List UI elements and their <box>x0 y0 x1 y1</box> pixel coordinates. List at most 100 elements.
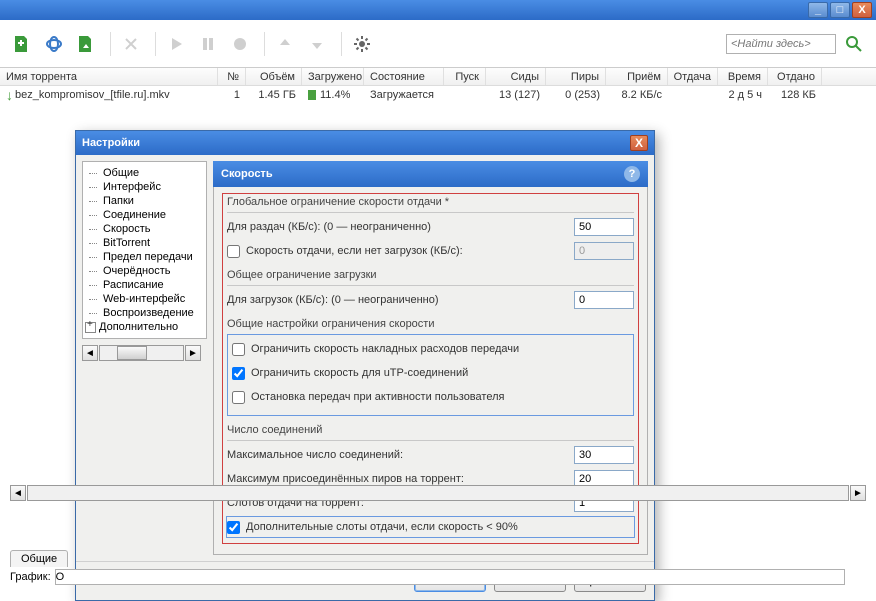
graph-field[interactable] <box>55 569 845 585</box>
utp-checkbox[interactable] <box>232 367 245 380</box>
graph-row: График: <box>10 569 845 585</box>
tree-item-queue[interactable]: Очерёдность <box>85 264 204 278</box>
col-num[interactable]: № <box>218 68 246 85</box>
list-scroll-track[interactable] <box>27 485 849 501</box>
col-send[interactable]: Отдача <box>668 68 718 85</box>
extra-slots-checkbox[interactable] <box>227 521 240 534</box>
cell-num: 1 <box>218 87 246 103</box>
play-button[interactable] <box>162 30 190 58</box>
upload-limit-input[interactable] <box>574 218 634 236</box>
scroll-thumb[interactable] <box>117 346 147 360</box>
add-torrent-file-button[interactable] <box>8 30 36 58</box>
upload-limit-group-title: Глобальное ограничение скорости отдачи * <box>227 196 634 208</box>
user-activity-checkbox[interactable] <box>232 391 245 404</box>
col-size[interactable]: Объём <box>246 68 302 85</box>
tree-item-general[interactable]: Общие <box>85 166 204 180</box>
minimize-button[interactable]: _ <box>808 2 828 18</box>
list-scrollbar: ◄ ► <box>10 485 866 501</box>
max-conn-input[interactable] <box>574 446 634 464</box>
tree-item-advanced[interactable]: Дополнительно <box>85 320 204 334</box>
cell-launch <box>444 93 486 97</box>
pause-button[interactable] <box>194 30 222 58</box>
bottom-tabs: Общие <box>10 550 70 567</box>
col-seeds[interactable]: Сиды <box>486 68 546 85</box>
table-row[interactable]: ↓bez_kompromisov_[tfile.ru].mkv 1 1.45 Г… <box>0 86 876 104</box>
download-limit-input[interactable] <box>574 291 634 309</box>
tree-item-connection[interactable]: Соединение <box>85 208 204 222</box>
tree-item-webui[interactable]: Web-интерфейс <box>85 292 204 306</box>
cell-time: 2 д 5 ч <box>718 87 768 103</box>
downloading-icon: ↓ <box>6 87 13 103</box>
max-conn-label: Максимальное число соединений: <box>227 449 574 461</box>
connections-group-title: Число соединений <box>227 424 634 436</box>
remove-button[interactable] <box>117 30 145 58</box>
tree-item-interface[interactable]: Интерфейс <box>85 180 204 194</box>
toolbar-separator <box>264 32 265 56</box>
tab-general[interactable]: Общие <box>10 550 68 567</box>
extra-slots-label: Дополнительные слоты отдачи, если скорос… <box>246 521 634 533</box>
move-up-button[interactable] <box>271 30 299 58</box>
tree-item-bittorrent[interactable]: BitTorrent <box>85 236 204 250</box>
col-recv[interactable]: Приём <box>606 68 668 85</box>
scroll-right-button[interactable]: ► <box>185 345 201 361</box>
tree-item-schedule[interactable]: Расписание <box>85 278 204 292</box>
create-torrent-button[interactable] <box>72 30 100 58</box>
list-scroll-left[interactable]: ◄ <box>10 485 26 501</box>
cell-size: 1.45 ГБ <box>246 87 302 103</box>
graph-label: График: <box>10 571 51 583</box>
cell-state: Загружается <box>364 87 444 103</box>
overhead-checkbox[interactable] <box>232 343 245 356</box>
col-state[interactable]: Состояние <box>364 68 444 85</box>
add-torrent-url-button[interactable] <box>40 30 68 58</box>
list-scroll-right[interactable]: ► <box>850 485 866 501</box>
cell-given: 128 КБ <box>768 87 822 103</box>
cell-send <box>668 93 718 97</box>
search-button[interactable] <box>840 30 868 58</box>
tree-item-playback[interactable]: Воспроизведение <box>85 306 204 320</box>
table-header: Имя торрента № Объём Загружено Состояние… <box>0 68 876 86</box>
cell-seeds: 13 (127) <box>486 87 546 103</box>
tree-scrollbar: ◄ ► <box>82 345 201 361</box>
maximize-button[interactable]: □ <box>830 2 850 18</box>
scroll-left-button[interactable]: ◄ <box>82 345 98 361</box>
pane-header: Скорость ? <box>213 161 648 187</box>
torrent-table: Имя торрента № Объём Загружено Состояние… <box>0 68 876 104</box>
settings-button[interactable] <box>348 30 376 58</box>
col-peers[interactable]: Пиры <box>546 68 606 85</box>
toolbar-separator <box>110 32 111 56</box>
col-loaded[interactable]: Загружено <box>302 68 364 85</box>
col-given[interactable]: Отдано <box>768 68 822 85</box>
window-close-button[interactable]: X <box>852 2 872 18</box>
alt-upload-input <box>574 242 634 260</box>
settings-tree: Общие Интерфейс Папки Соединение Скорост… <box>82 161 207 339</box>
tree-item-speed[interactable]: Скорость <box>85 222 204 236</box>
download-limit-label: Для загрузок (КБ/с): (0 — неограниченно) <box>227 294 574 306</box>
upload-limit-label: Для раздач (КБ/с): (0 — неограниченно) <box>227 221 574 233</box>
col-time[interactable]: Время <box>718 68 768 85</box>
move-down-button[interactable] <box>303 30 331 58</box>
help-icon[interactable]: ? <box>624 166 640 182</box>
torrent-name: bez_kompromisov_[tfile.ru].mkv <box>15 89 170 101</box>
dialog-titlebar[interactable]: Настройки X <box>76 131 654 155</box>
col-name[interactable]: Имя торрента <box>0 68 218 85</box>
search-box <box>726 30 868 58</box>
scroll-track[interactable] <box>99 345 184 361</box>
alt-upload-label: Скорость отдачи, если нет загрузок (КБ/с… <box>246 245 574 257</box>
dialog-close-button[interactable]: X <box>630 135 648 151</box>
settings-dialog: Настройки X Общие Интерфейс Папки Соедин… <box>75 130 655 601</box>
alt-upload-checkbox[interactable] <box>227 245 240 258</box>
utp-label: Ограничить скорость для uTP-соединений <box>251 367 629 379</box>
dialog-title: Настройки <box>82 137 140 149</box>
user-activity-label: Остановка передач при активности пользов… <box>251 391 629 403</box>
col-launch[interactable]: Пуск <box>444 68 486 85</box>
download-limit-group-title: Общее ограничение загрузки <box>227 269 634 281</box>
stop-button[interactable] <box>226 30 254 58</box>
overhead-label: Ограничить скорость накладных расходов п… <box>251 343 629 355</box>
max-peers-label: Максимум присоединённых пиров на торрент… <box>227 473 574 485</box>
cell-loaded: 11.4% <box>320 89 350 101</box>
tree-item-transfer-cap[interactable]: Предел передачи <box>85 250 204 264</box>
cell-recv: 8.2 КБ/с <box>606 87 668 103</box>
tree-item-folders[interactable]: Папки <box>85 194 204 208</box>
search-input[interactable] <box>726 34 836 54</box>
progress-icon <box>308 90 316 100</box>
